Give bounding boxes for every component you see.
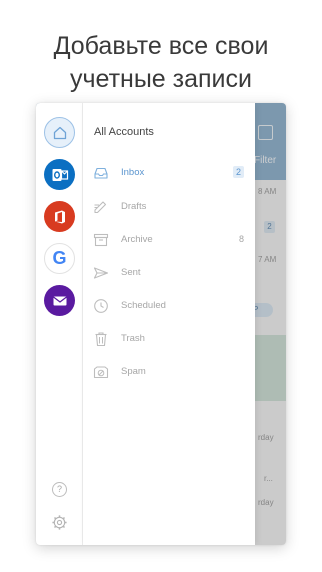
- home-icon: [53, 126, 66, 139]
- archive-icon: [93, 233, 109, 247]
- mail-account-button[interactable]: [44, 285, 75, 316]
- office-icon: [54, 210, 65, 223]
- spam-icon: [93, 366, 109, 379]
- trash-icon: [95, 332, 107, 347]
- folder-inbox[interactable]: Inbox 2: [83, 163, 255, 183]
- folder-archive[interactable]: Archive 8: [83, 230, 255, 250]
- folder-count: 2: [232, 166, 244, 178]
- folder-drafts[interactable]: Drafts: [83, 197, 255, 217]
- headline: Добавьте все свои учетные записи: [0, 30, 322, 96]
- folder-label: Trash: [121, 333, 145, 344]
- drafts-icon: [94, 201, 107, 214]
- folder-label: Scheduled: [121, 300, 166, 311]
- headline-line-2: учетные записи: [69, 65, 252, 93]
- folder-label: Archive: [121, 234, 153, 245]
- folder-label: Inbox: [121, 167, 145, 178]
- phone-screen: Filter 8 AM 2 7 AM P rday r... rday G ? …: [36, 103, 286, 545]
- help-icon[interactable]: ?: [52, 482, 67, 497]
- headline-line-1: Добавьте все свои: [53, 32, 269, 60]
- folder-drawer: All Accounts Inbox 2 Drafts Archive 8 Se…: [83, 103, 255, 545]
- scheduled-icon: [94, 299, 108, 313]
- inbox-icon: [94, 167, 108, 179]
- google-account-button[interactable]: G: [44, 243, 75, 274]
- folder-label: Sent: [121, 267, 141, 278]
- folder-sent[interactable]: Sent: [83, 263, 255, 283]
- folder-trash[interactable]: Trash: [83, 329, 255, 349]
- drawer-title: All Accounts: [94, 126, 154, 138]
- mail-icon: [52, 296, 67, 305]
- outlook-icon: [52, 168, 68, 181]
- sent-icon: [93, 267, 109, 279]
- office-account-button[interactable]: [44, 201, 75, 232]
- all-accounts-button[interactable]: [44, 117, 75, 148]
- outlook-account-button[interactable]: [44, 159, 75, 190]
- google-icon: G: [52, 248, 67, 268]
- folder-label: Drafts: [121, 201, 147, 212]
- account-rail: G ?: [36, 103, 83, 545]
- folder-label: Spam: [121, 366, 146, 377]
- gear-icon[interactable]: [51, 514, 68, 531]
- folder-spam[interactable]: Spam: [83, 362, 255, 382]
- folder-scheduled[interactable]: Scheduled: [83, 296, 255, 316]
- folder-count: 8: [238, 234, 244, 244]
